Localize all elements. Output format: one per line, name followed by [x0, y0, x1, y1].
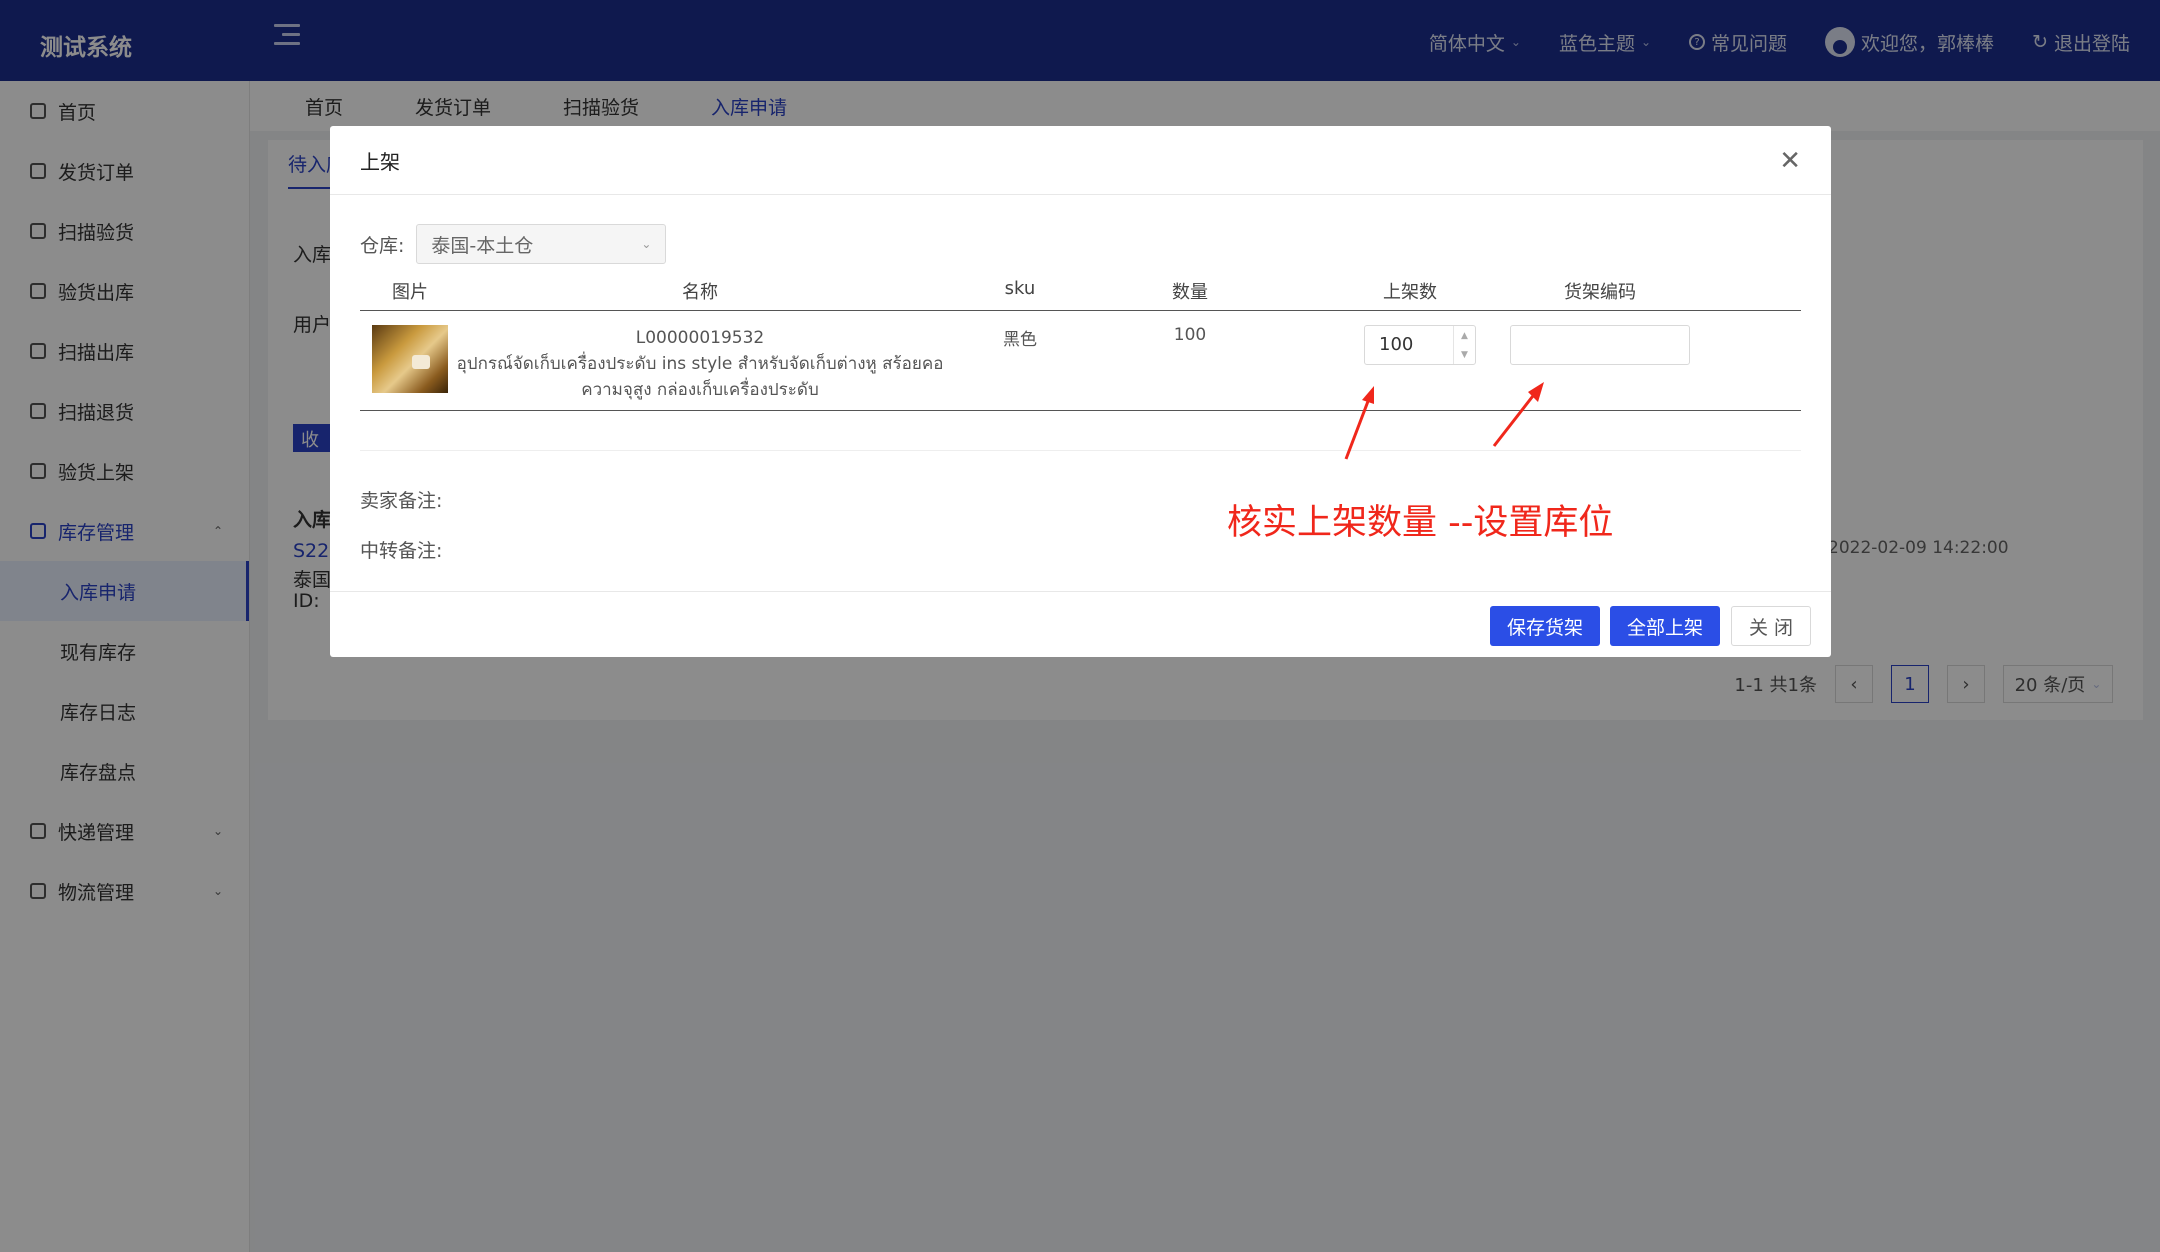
shelve-all-button[interactable]: 全部上架 [1610, 606, 1720, 646]
modal-footer: 保存货架 全部上架 关 闭 [330, 591, 1831, 657]
save-shelf-button[interactable]: 保存货架 [1490, 606, 1600, 646]
annotation-text: 核实上架数量 --设置库位 [1227, 503, 1614, 543]
column-header: 数量 [1172, 282, 1208, 303]
close-button[interactable]: 关 闭 [1731, 606, 1811, 646]
shelve-table: 图片 名称 sku 数量 上架数 货架编码 L00000019532 อุปกร… [360, 278, 1801, 411]
table-row: L00000019532 อุปกรณ์จัดเก็บเครื่องประดับ… [360, 311, 1801, 411]
close-icon[interactable]: ✕ [1779, 148, 1801, 174]
table-header: 图片 名称 sku 数量 上架数 货架编码 [360, 278, 1801, 311]
chevron-down-icon[interactable]: ▼ [1461, 350, 1468, 360]
product-name-cell: L00000019532 อุปกรณ์จัดเก็บเครื่องประดับ… [455, 325, 945, 403]
quantity-stepper[interactable]: ▲ ▼ [1453, 326, 1475, 364]
column-header: 货架编码 [1564, 282, 1636, 303]
annotation-arrow-icon [1344, 386, 1374, 460]
warehouse-select[interactable]: 泰国-本土仓 ⌄ [416, 224, 667, 264]
modal-header: 上架 [330, 126, 1831, 195]
modal-title: 上架 [360, 149, 400, 174]
column-header: 名称 [682, 282, 718, 303]
seller-remark-label: 卖家备注: [360, 490, 443, 512]
transit-remark-label: 中转备注: [360, 540, 443, 562]
chevron-up-icon[interactable]: ▲ [1461, 331, 1468, 341]
product-image [372, 325, 448, 393]
annotation-arrow-icon [1492, 382, 1544, 447]
warehouse-label: 仓库: [360, 234, 405, 257]
product-name-line2: ความจุสูง กล่องเก็บเครื่องประดับ [581, 380, 819, 400]
shelve-modal: 上架 ✕ 仓库: 泰国-本土仓 ⌄ 图片 名称 sku 数量 上架数 货架编码 … [330, 126, 1831, 657]
divider [360, 450, 1801, 451]
column-header: 上架数 [1383, 282, 1437, 303]
warehouse-value: 泰国-本土仓 [431, 234, 534, 257]
shelf-qty-value: 100 [1379, 334, 1414, 355]
column-header: sku [1004, 278, 1036, 299]
shelf-qty-input[interactable]: 100 ▲ ▼ [1364, 325, 1476, 365]
product-name-line1: อุปกรณ์จัดเก็บเครื่องประดับ ins style สำ… [456, 354, 944, 374]
sku-cell: 黑色 [1003, 330, 1037, 350]
shelf-code-input[interactable] [1510, 325, 1690, 365]
product-code: L00000019532 [635, 328, 765, 348]
warehouse-row: 仓库: 泰国-本土仓 ⌄ [360, 224, 667, 264]
column-header: 图片 [392, 282, 428, 303]
quantity-cell: 100 [1173, 325, 1207, 345]
chevron-down-icon: ⌄ [641, 237, 652, 251]
